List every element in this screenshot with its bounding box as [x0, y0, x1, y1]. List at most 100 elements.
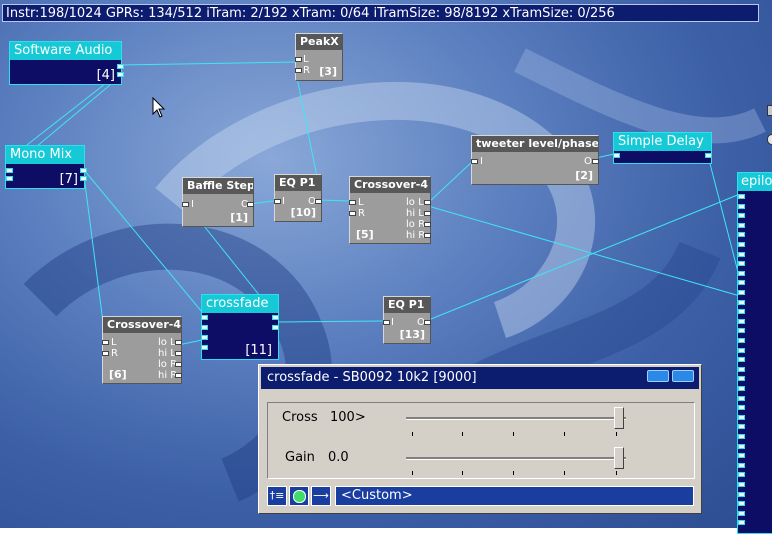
- input-pin[interactable]: [295, 57, 302, 62]
- input-pin[interactable]: [6, 176, 13, 181]
- input-pin[interactable]: [383, 320, 390, 325]
- block-crossover-4[interactable]: Crossover-4 L R lo L hi L lo R hi R [6]: [102, 316, 182, 384]
- gain-slider-track[interactable]: [406, 457, 626, 460]
- arrow-right-icon[interactable]: ⟶: [311, 486, 331, 506]
- output-pin[interactable]: [175, 351, 182, 356]
- input-pin[interactable]: [738, 318, 745, 324]
- mouse-cursor-icon: [152, 97, 166, 118]
- output-pin[interactable]: [175, 362, 182, 367]
- input-pin[interactable]: [201, 345, 208, 350]
- output-pin[interactable]: [424, 200, 431, 205]
- minimize-button-icon[interactable]: [647, 370, 669, 382]
- input-pin[interactable]: [102, 340, 109, 345]
- output-pin[interactable]: [272, 315, 279, 320]
- output-pin[interactable]: [117, 72, 124, 77]
- block-eq-p1[interactable]: EQ P1 I O [10]: [274, 174, 322, 222]
- port-label: I: [391, 317, 394, 328]
- input-pin[interactable]: [738, 242, 745, 247]
- input-pin[interactable]: [738, 203, 745, 209]
- tree-view-icon[interactable]: †≡: [267, 486, 287, 506]
- output-pin[interactable]: [80, 176, 87, 181]
- input-pin[interactable]: [738, 434, 745, 439]
- block-crossfade[interactable]: crossfade [11]: [201, 294, 279, 360]
- input-pin[interactable]: [738, 299, 745, 305]
- block-mono-mix[interactable]: Mono Mix [7]: [5, 145, 87, 189]
- input-pin[interactable]: [738, 414, 745, 420]
- input-pin[interactable]: [738, 194, 745, 199]
- block-epilog[interactable]: epilog: [737, 172, 772, 534]
- input-pin[interactable]: [201, 335, 208, 340]
- port-label: hi L: [406, 208, 424, 219]
- input-pin[interactable]: [738, 338, 745, 343]
- input-pin[interactable]: [738, 270, 745, 276]
- input-pin[interactable]: [738, 328, 745, 334]
- edge-radio[interactable]: [767, 134, 772, 145]
- input-pin[interactable]: [738, 251, 745, 257]
- close-button-icon[interactable]: [672, 370, 694, 382]
- input-pin[interactable]: [738, 405, 745, 411]
- gain-slider-thumb[interactable]: [614, 447, 624, 469]
- block-crossover-4[interactable]: Crossover-4 L R lo L hi L lo R hi R [5]: [349, 176, 431, 244]
- input-pin[interactable]: [738, 280, 745, 286]
- output-pin[interactable]: [175, 373, 182, 378]
- input-pin[interactable]: [738, 395, 745, 401]
- green-dot-icon[interactable]: [289, 486, 309, 506]
- output-pin[interactable]: [175, 340, 182, 345]
- input-pin[interactable]: [738, 376, 745, 382]
- input-pin[interactable]: [349, 200, 356, 205]
- preset-selector[interactable]: <Custom>: [335, 486, 694, 506]
- input-pin[interactable]: [6, 168, 13, 173]
- input-pin[interactable]: [738, 357, 745, 363]
- input-pin[interactable]: [738, 232, 745, 238]
- output-pin[interactable]: [705, 153, 712, 158]
- input-pin[interactable]: [295, 68, 302, 73]
- block-baffle-step[interactable]: Baffle Step I O [1]: [182, 177, 254, 227]
- input-pin[interactable]: [738, 222, 745, 228]
- input-pin[interactable]: [738, 453, 745, 459]
- block-simple-delay[interactable]: Simple Delay: [613, 132, 712, 164]
- input-pin[interactable]: [201, 325, 208, 330]
- cross-slider-thumb[interactable]: [614, 407, 624, 429]
- output-pin[interactable]: [117, 64, 124, 69]
- input-pin[interactable]: [738, 424, 745, 430]
- input-pin[interactable]: [738, 386, 745, 391]
- input-pin[interactable]: [738, 491, 745, 497]
- cross-slider-track[interactable]: [406, 417, 626, 420]
- edge-checkbox[interactable]: [767, 105, 772, 116]
- input-pin[interactable]: [738, 443, 745, 449]
- output-pin[interactable]: [247, 202, 254, 207]
- input-pin[interactable]: [738, 472, 745, 478]
- input-pin[interactable]: [738, 482, 745, 487]
- input-pin[interactable]: [738, 520, 745, 526]
- input-pin[interactable]: [738, 309, 745, 315]
- input-pin[interactable]: [738, 213, 745, 219]
- input-pin[interactable]: [182, 202, 189, 207]
- output-pin[interactable]: [80, 168, 87, 173]
- input-pin[interactable]: [738, 347, 745, 353]
- input-pin[interactable]: [613, 153, 620, 158]
- output-pin[interactable]: [592, 159, 599, 164]
- input-pin[interactable]: [274, 199, 281, 204]
- block-tweeter-level-phase[interactable]: tweeter level/phase I O [2]: [471, 135, 599, 185]
- block-peakx[interactable]: PeakX L R [3]: [295, 33, 343, 81]
- block-software-audio[interactable]: Software Audio [4]: [9, 41, 124, 85]
- output-pin[interactable]: [315, 199, 322, 204]
- output-pin[interactable]: [272, 325, 279, 330]
- output-pin[interactable]: [424, 211, 431, 216]
- output-pin[interactable]: [424, 233, 431, 238]
- input-pin[interactable]: [201, 315, 208, 320]
- input-pin[interactable]: [738, 501, 745, 507]
- block-title: EQ P1: [384, 297, 430, 313]
- port-label: hi L: [158, 348, 176, 359]
- input-pin[interactable]: [738, 366, 745, 372]
- block-eq-p1[interactable]: EQ P1 I O [13]: [383, 296, 431, 344]
- input-pin[interactable]: [738, 462, 745, 468]
- input-pin[interactable]: [102, 351, 109, 356]
- output-pin[interactable]: [424, 222, 431, 227]
- output-pin[interactable]: [424, 320, 431, 325]
- input-pin[interactable]: [738, 261, 745, 267]
- input-pin[interactable]: [471, 159, 478, 164]
- input-pin[interactable]: [738, 510, 745, 516]
- input-pin[interactable]: [349, 211, 356, 216]
- input-pin[interactable]: [738, 290, 745, 295]
